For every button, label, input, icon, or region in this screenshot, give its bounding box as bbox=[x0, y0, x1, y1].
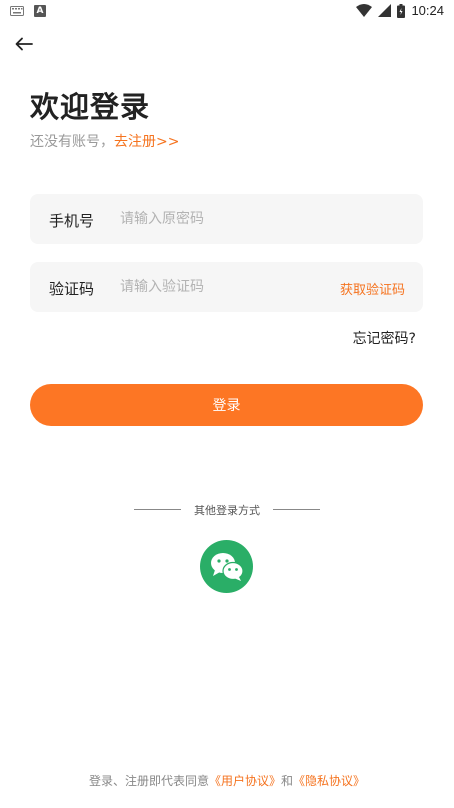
wifi-icon bbox=[356, 3, 373, 17]
divider-line-right bbox=[273, 509, 320, 510]
battery-icon bbox=[397, 3, 406, 18]
code-label: 验证码 bbox=[49, 280, 95, 298]
a-notification-icon: A bbox=[34, 5, 46, 17]
phone-label: 手机号 bbox=[49, 212, 95, 230]
agreement-prefix: 登录、注册即代表同意 bbox=[88, 774, 209, 788]
register-prompt: 还没有账号，去注册>> bbox=[30, 131, 179, 151]
status-right: 10:24 bbox=[356, 3, 444, 18]
back-button[interactable] bbox=[12, 32, 36, 56]
agreement-notice: 登录、注册即代表同意《用户协议》和《隐私协议》 bbox=[0, 772, 454, 789]
keyboard-icon bbox=[10, 6, 24, 16]
code-input[interactable] bbox=[120, 272, 320, 302]
code-field-container: 验证码 获取验证码 bbox=[30, 262, 423, 312]
status-left: A bbox=[10, 5, 46, 17]
register-link[interactable]: 去注册>> bbox=[114, 134, 179, 150]
privacy-policy-link[interactable]: 《隐私协议》 bbox=[293, 774, 365, 788]
login-button[interactable]: 登录 bbox=[30, 384, 423, 426]
signal-icon bbox=[378, 3, 392, 17]
page-title: 欢迎登录 bbox=[30, 90, 151, 124]
forgot-password-link[interactable]: 忘记密码? bbox=[353, 328, 416, 348]
wechat-login-button[interactable] bbox=[200, 540, 253, 593]
other-login-divider: 其他登录方式 bbox=[0, 500, 454, 518]
get-code-button[interactable]: 获取验证码 bbox=[340, 279, 405, 298]
phone-input[interactable] bbox=[120, 204, 320, 234]
wechat-icon bbox=[210, 552, 244, 581]
status-time: 10:24 bbox=[411, 3, 444, 18]
agreement-and: 和 bbox=[281, 774, 294, 788]
back-arrow-icon bbox=[15, 37, 33, 51]
register-prompt-text: 还没有账号， bbox=[30, 134, 114, 150]
other-login-label: 其他登录方式 bbox=[194, 504, 260, 517]
user-agreement-link[interactable]: 《用户协议》 bbox=[209, 774, 281, 788]
status-bar: A 10:24 bbox=[0, 0, 454, 24]
phone-field-container: 手机号 bbox=[30, 194, 423, 244]
